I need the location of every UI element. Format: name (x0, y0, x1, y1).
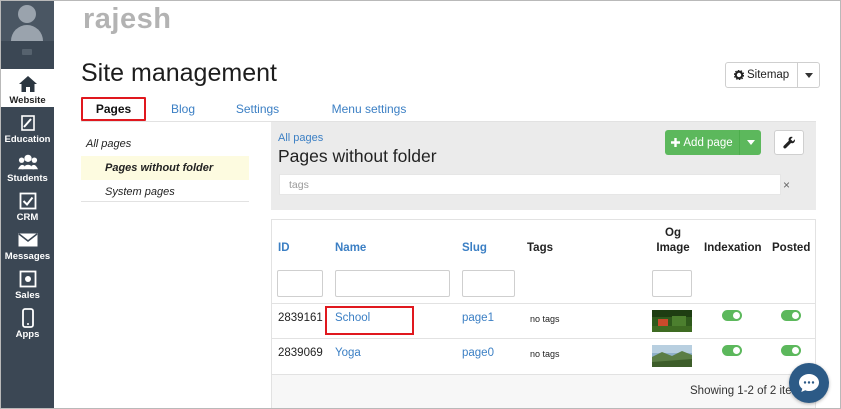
nav-item-messages[interactable]: Messages (1, 225, 54, 263)
nav-item-crm[interactable]: CRM (1, 186, 54, 224)
column-header-posted: Posted (772, 242, 811, 254)
og-header-line2: Image (656, 242, 690, 254)
nav-label: Students (7, 173, 48, 184)
column-header-name[interactable]: Name (335, 242, 366, 254)
folder-title: Pages without folder (278, 146, 437, 166)
pencil-icon (18, 113, 38, 133)
row-divider (272, 338, 815, 339)
row-tags: no tags (530, 349, 560, 359)
nav-label: Apps (15, 329, 40, 340)
tab-pages[interactable]: Pages (81, 97, 146, 121)
nav-label: Education (4, 134, 51, 145)
column-header-indexation: Indexation (704, 242, 762, 254)
tree-item-pages-without-folder[interactable]: Pages without folder (81, 156, 249, 180)
nav-item-education[interactable]: Education (1, 108, 54, 146)
row-slug-link[interactable]: page1 (462, 312, 494, 324)
tree-divider (81, 201, 249, 202)
row-divider (272, 303, 815, 304)
column-header-og-image: Og Image (655, 226, 691, 256)
og-image-filter[interactable] (652, 270, 692, 297)
column-header-tags: Tags (527, 242, 553, 254)
nav-label: CRM (16, 212, 39, 223)
slug-filter-input[interactable] (462, 270, 515, 297)
home-icon (18, 74, 38, 94)
column-header-slug[interactable]: Slug (462, 242, 487, 254)
breadcrumb[interactable]: All pages (278, 132, 323, 144)
tags-clear-button[interactable]: × (783, 178, 790, 192)
envelope-icon (18, 230, 38, 250)
column-header-id[interactable]: ID (278, 242, 290, 254)
og-header-line1: Og (665, 227, 681, 239)
left-nav: Website Education Students CRM Messages (1, 1, 54, 408)
sitemap-label: Sitemap (747, 69, 790, 81)
nav-label: Website (9, 95, 46, 106)
collapse-icon[interactable] (22, 49, 32, 55)
indexation-toggle[interactable] (722, 345, 742, 356)
row-name-link[interactable]: Yoga (335, 347, 361, 359)
mobile-icon (18, 308, 38, 328)
user-name: rajesh (83, 3, 172, 35)
nav-item-sales[interactable]: Sales (1, 264, 54, 302)
checkbox-icon (18, 191, 38, 211)
row-id: 2839161 (278, 312, 323, 324)
avatar[interactable] (1, 1, 54, 41)
tags-filter-input[interactable] (279, 174, 781, 195)
nav-label: Sales (15, 290, 40, 301)
add-page-label: Add page (683, 136, 733, 149)
folder-settings-button[interactable] (774, 130, 804, 155)
caret-down-icon (804, 72, 813, 78)
id-filter-input[interactable] (277, 270, 323, 297)
app-window: Website Education Students CRM Messages (0, 0, 841, 409)
caret-down-icon (746, 140, 755, 145)
chat-button[interactable] (789, 363, 829, 403)
page-title: Site management (81, 59, 277, 87)
add-page-button[interactable]: Add page (665, 130, 739, 155)
posted-toggle[interactable] (781, 310, 801, 321)
tab-menu-settings[interactable]: Menu settings (317, 97, 421, 121)
nav-item-apps[interactable]: Apps (1, 303, 54, 341)
sitemap-button[interactable]: Sitemap (725, 62, 799, 88)
tab-settings[interactable]: Settings (231, 97, 284, 121)
og-image-thumbnail[interactable] (652, 310, 692, 332)
plus-icon (671, 138, 681, 147)
wrench-icon (782, 136, 795, 149)
row-id: 2839069 (278, 347, 323, 359)
tab-bar: Pages Blog Settings Menu settings (81, 97, 816, 121)
nav-item-website[interactable]: Website (1, 69, 54, 107)
gear-icon (734, 70, 744, 80)
add-page-button-group: Add page (665, 130, 761, 155)
name-filter-input[interactable] (335, 270, 450, 297)
tab-blog[interactable]: Blog (163, 97, 203, 121)
folder-tree: All pages Pages without folder System pa… (81, 132, 249, 204)
users-icon (17, 152, 38, 172)
sitemap-dropdown-toggle[interactable] (798, 62, 821, 88)
sitemap-button-group: Sitemap (725, 62, 821, 88)
row-slug-link[interactable]: page0 (462, 347, 494, 359)
posted-toggle[interactable] (781, 345, 801, 356)
nav-item-students[interactable]: Students (1, 147, 54, 185)
add-page-dropdown-toggle[interactable] (739, 130, 761, 155)
tree-item-all-pages[interactable]: All pages (81, 132, 249, 156)
nav-label: Messages (4, 251, 51, 262)
register-icon (18, 269, 38, 289)
row-tags: no tags (530, 314, 560, 324)
highlight-box (325, 306, 414, 335)
indexation-toggle[interactable] (722, 310, 742, 321)
chat-icon (799, 374, 819, 392)
og-image-thumbnail[interactable] (652, 345, 692, 367)
